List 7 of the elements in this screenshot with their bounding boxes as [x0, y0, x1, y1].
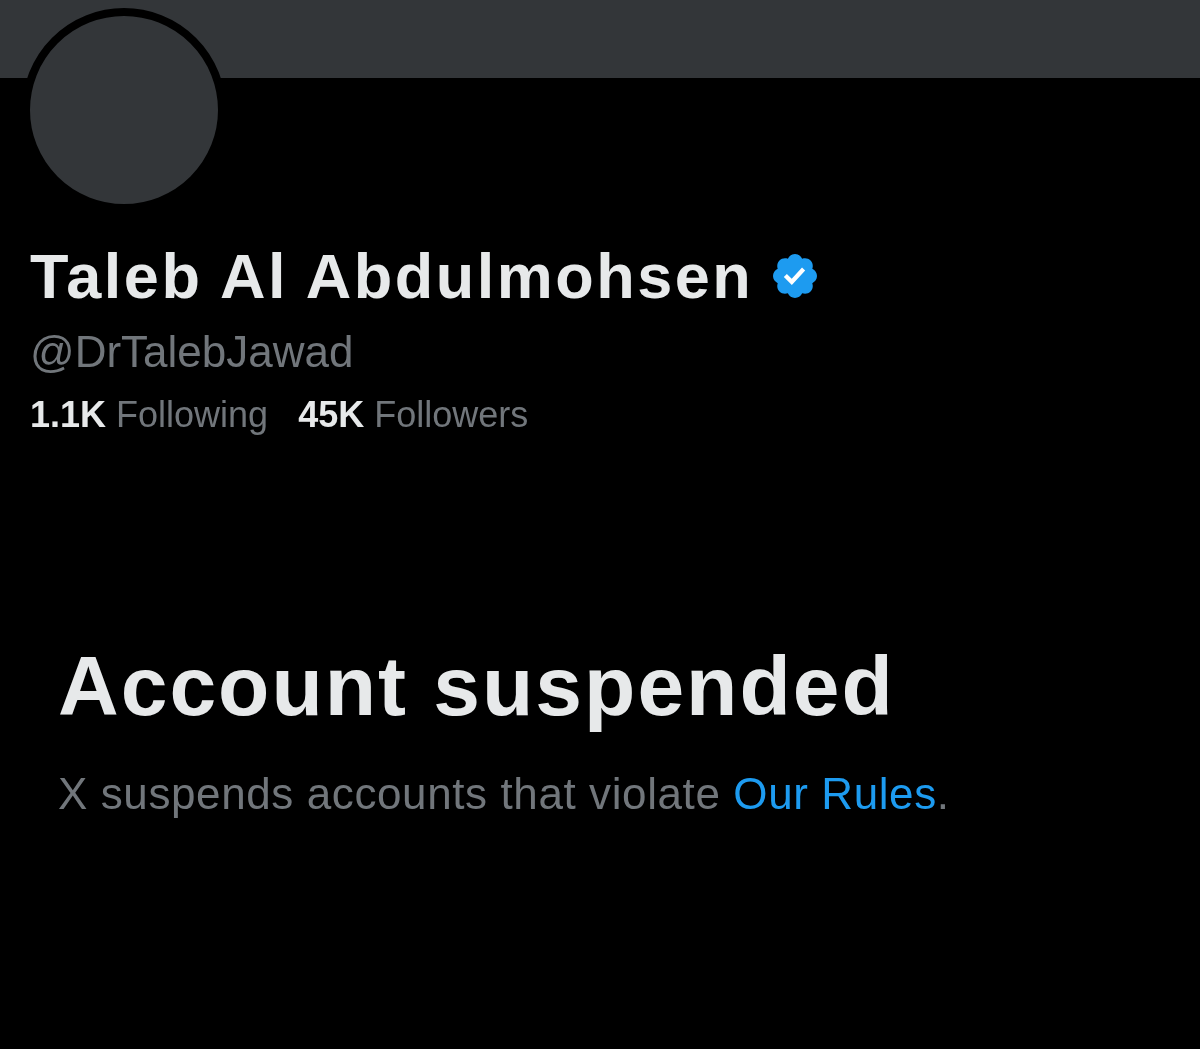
following-link[interactable]: 1.1K Following — [30, 393, 269, 437]
followers-link[interactable]: 45K Followers — [298, 393, 529, 437]
display-name: Taleb Al Abdulmohsen — [30, 240, 754, 312]
username-handle: @DrTalebJawad — [30, 327, 355, 377]
rules-link[interactable]: Our Rules — [733, 769, 937, 818]
suspended-heading: Account suspended — [58, 638, 896, 734]
suspension-message: X suspends accounts that violate Our Rules. — [58, 768, 951, 820]
